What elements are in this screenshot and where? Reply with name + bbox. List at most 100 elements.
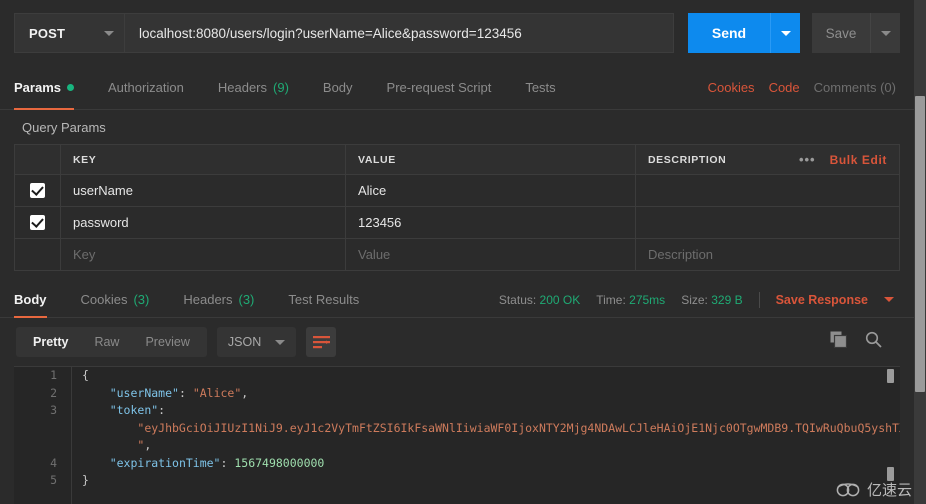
table-header-row: KEY VALUE DESCRIPTION ••• Bulk Edit <box>15 145 899 175</box>
cookies-link[interactable]: Cookies <box>708 80 755 95</box>
response-tab-cookies-count: (3) <box>133 292 150 307</box>
response-tab-headers[interactable]: Headers (3) <box>166 282 271 317</box>
tab-authorization-label: Authorization <box>107 80 184 95</box>
response-tab-body-label: Body <box>14 292 47 307</box>
new-key-cell[interactable]: Key <box>61 239 346 270</box>
line-number: 3 <box>50 403 57 417</box>
http-method-select[interactable]: POST <box>14 13 124 53</box>
save-button[interactable]: Save <box>812 13 870 53</box>
tab-params[interactable]: Params <box>14 66 91 110</box>
row-description-cell[interactable] <box>636 175 899 206</box>
more-options-icon[interactable]: ••• <box>799 152 816 167</box>
time-value: 275ms <box>629 292 666 307</box>
copy-icon[interactable] <box>830 331 848 353</box>
request-url-input[interactable]: localhost:8080/users/login?userName=Alic… <box>124 13 674 53</box>
header-checkbox-cell <box>15 145 61 174</box>
request-tabs: Params Authorization Headers (9) Body Pr… <box>0 66 914 110</box>
new-description-placeholder: Description <box>648 247 714 262</box>
row-value-cell[interactable]: 123456 <box>346 207 636 238</box>
chevron-down-icon <box>880 30 891 36</box>
tab-pre-request-script-label: Pre-request Script <box>386 80 492 95</box>
query-params-title: Query Params <box>0 110 914 144</box>
response-body-actions <box>830 331 898 353</box>
tab-params-label: Params <box>14 80 61 95</box>
row-key-cell[interactable]: password <box>61 207 346 238</box>
response-tab-cookies-label: Cookies <box>80 292 128 307</box>
row-value-cell[interactable]: Alice <box>346 175 636 206</box>
new-value-placeholder: Value <box>358 247 391 262</box>
line-number: 2 <box>50 385 57 400</box>
code-scrollbar-thumb-top[interactable] <box>887 369 894 383</box>
chevron-down-icon <box>104 30 114 36</box>
status-group: Status: 200 OK <box>499 293 580 307</box>
watermark: 亿速云 <box>836 479 912 500</box>
view-pretty-button[interactable]: Pretty <box>20 330 81 354</box>
header-description: DESCRIPTION <box>648 153 727 166</box>
http-method-label: POST <box>29 25 66 41</box>
cloud-logo-icon <box>836 483 860 497</box>
row-checkbox[interactable] <box>30 215 45 230</box>
new-description-cell[interactable]: Description <box>636 239 899 270</box>
view-preview-button[interactable]: Preview <box>132 330 202 354</box>
save-options-button[interactable] <box>870 13 900 53</box>
line-number-gutter: 1 2 3 4 5 <box>14 367 72 504</box>
watermark-text: 亿速云 <box>866 481 912 499</box>
new-key-placeholder: Key <box>73 247 96 262</box>
table-row-empty: Key Value Description <box>15 239 899 271</box>
line-number: 1 <box>50 368 57 382</box>
save-button-group: Save <box>812 13 900 53</box>
tab-tests[interactable]: Tests <box>508 66 572 109</box>
send-options-button[interactable] <box>770 13 800 53</box>
search-icon[interactable] <box>865 331 882 353</box>
time-label: Time: <box>596 292 626 307</box>
page-scrollbar[interactable] <box>914 0 926 504</box>
comments-link[interactable]: Comments (0) <box>814 80 896 95</box>
postman-window: POST localhost:8080/users/login?userName… <box>0 0 926 504</box>
bulk-edit-button[interactable]: Bulk Edit <box>830 153 887 167</box>
tab-headers-label: Headers <box>217 80 268 95</box>
tab-headers[interactable]: Headers (9) <box>201 66 306 109</box>
row-value-text: 123456 <box>358 215 402 230</box>
page-scrollbar-thumb[interactable] <box>915 96 925 392</box>
json-response-text[interactable]: { "userName": "Alice", "token": "eyJhbGc… <box>72 367 900 504</box>
tab-pre-request-script[interactable]: Pre-request Script <box>370 66 509 109</box>
row-key-text: userName <box>73 183 133 198</box>
send-button[interactable]: Send <box>688 13 770 53</box>
view-raw-button[interactable]: Raw <box>81 330 132 354</box>
status-value: 200 OK <box>539 292 581 307</box>
response-meta: Status: 200 OK Time: 275ms Size: 329 B S… <box>499 282 900 317</box>
response-tab-test-results[interactable]: Test Results <box>271 282 376 317</box>
send-button-group: Send <box>688 13 800 53</box>
table-row: userName Alice <box>15 175 899 207</box>
response-format-select[interactable]: JSON <box>216 327 297 357</box>
tab-authorization[interactable]: Authorization <box>91 66 201 109</box>
row-key-cell[interactable]: userName <box>61 175 346 206</box>
row-checkbox-cell <box>15 207 61 238</box>
code-scrollbar[interactable] <box>887 369 894 481</box>
row-description-cell[interactable] <box>636 207 899 238</box>
request-tabs-actions: Cookies Code Comments (0) <box>708 66 900 109</box>
response-tab-test-results-label: Test Results <box>288 292 360 307</box>
size-group: Size: 329 B <box>681 293 742 307</box>
save-response-button[interactable]: Save Response <box>776 293 868 307</box>
response-tab-body[interactable]: Body <box>14 282 64 318</box>
chevron-down-icon[interactable] <box>884 297 894 302</box>
tab-headers-count: (9) <box>273 80 289 95</box>
response-tab-headers-label: Headers <box>183 292 233 307</box>
response-body-code[interactable]: 1 2 3 4 5 { "userName": "Alice", "token"… <box>14 366 900 504</box>
tab-tests-label: Tests <box>525 80 556 95</box>
chevron-down-icon <box>275 339 286 345</box>
query-params-table: KEY VALUE DESCRIPTION ••• Bulk Edit user… <box>14 144 900 271</box>
response-view-switch: Pretty Raw Preview <box>16 327 207 357</box>
request-url-text: localhost:8080/users/login?userName=Alic… <box>139 25 522 41</box>
response-tab-cookies[interactable]: Cookies (3) <box>64 282 167 317</box>
code-link[interactable]: Code <box>769 80 800 95</box>
row-checkbox-cell <box>15 175 61 206</box>
row-checkbox[interactable] <box>30 183 45 198</box>
wrap-lines-icon <box>312 335 330 348</box>
tab-body[interactable]: Body <box>306 66 370 109</box>
line-number-spacer <box>14 437 71 455</box>
wrap-lines-button[interactable] <box>306 327 337 357</box>
new-value-cell[interactable]: Value <box>346 239 636 270</box>
tab-body-label: Body <box>322 80 353 95</box>
